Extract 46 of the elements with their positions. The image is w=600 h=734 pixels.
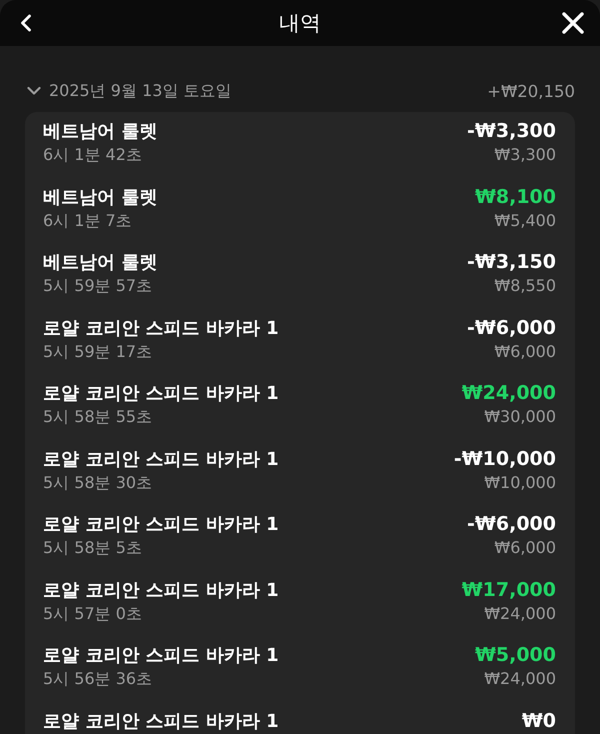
chevron-icon [27, 86, 41, 96]
balance-amount: ₩3,300 [494, 144, 556, 166]
transaction-amount: ₩8,100 [474, 184, 556, 210]
balance-amount: ₩10,000 [484, 472, 556, 494]
transaction-time: 5시 59분 17초 [43, 340, 154, 362]
game-name: 베트남어 룰렛 [43, 251, 158, 275]
transaction-time: 5시 57분 0초 [43, 602, 143, 624]
transaction-amount: ₩17,000 [462, 578, 556, 602]
balance-amount: ₩5,400 [494, 210, 556, 232]
transaction-time: 6시 1분 42초 [43, 144, 143, 166]
balance-amount: ₩8,550 [494, 275, 556, 297]
transaction-time: 5시 59분 57초 [43, 275, 154, 297]
transaction-time: 5시 56분 36초 [43, 668, 154, 690]
page-title: 내역 [279, 10, 321, 37]
transaction-amount: -₩10,000 [454, 446, 556, 472]
balance-amount: ₩30,000 [484, 406, 556, 428]
close-button[interactable] [562, 12, 584, 34]
transaction-time: 5시 58분 55초 [43, 406, 154, 428]
balance-amount: ₩6,000 [494, 340, 556, 362]
game-name: 로얄 코리안 스피드 바카라 1 [43, 513, 279, 537]
balance-amount: ₩24,000 [484, 668, 556, 690]
day-total: +₩20,150 [487, 82, 575, 100]
transaction-amount: ₩5,000 [474, 643, 556, 668]
transaction-time: 5시 58분 5초 [43, 537, 143, 559]
transaction-amount: ₩0 [522, 708, 556, 734]
game-name: 로얄 코리안 스피드 바카라 1 [43, 710, 279, 734]
close-icon [562, 12, 584, 34]
game-name: 로얄 코리안 스피드 바카라 1 [43, 448, 279, 472]
game-name: 로얄 코리안 스피드 바카라 1 [43, 644, 279, 668]
balance-amount: ₩24,000 [484, 602, 556, 624]
game-name: 베트남어 룰렛 [43, 186, 158, 210]
game-name: 로얄 코리안 스피드 바카라 1 [43, 316, 279, 340]
transaction-amount: -₩6,000 [467, 316, 556, 340]
transaction-amount: -₩6,000 [467, 512, 556, 537]
game-name: 베트남어 룰렛 [43, 120, 158, 144]
transaction-time: 5시 58분 30초 [43, 472, 154, 494]
game-name: 로얄 코리안 스피드 바카라 1 [43, 382, 279, 406]
balance-amount: ₩6,000 [494, 537, 556, 559]
back-icon [20, 14, 32, 32]
transaction-amount: -₩3,150 [467, 250, 556, 275]
back-button[interactable] [20, 14, 32, 32]
transaction-time: 6시 1분 7초 [43, 210, 133, 232]
transaction-amount: ₩24,000 [462, 381, 556, 406]
date-toggle[interactable]: 2025년 9월 13일 토요일 [25, 80, 232, 102]
game-name: 로얄 코리안 스피드 바카라 1 [43, 578, 279, 602]
transaction-amount: -₩3,300 [467, 119, 556, 144]
